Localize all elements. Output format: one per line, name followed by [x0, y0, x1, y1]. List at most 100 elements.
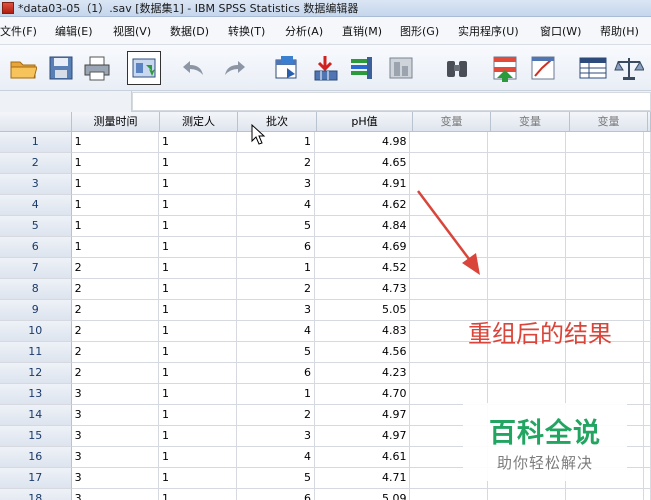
cell-measure-time[interactable]: 3 — [71, 426, 160, 447]
column-header-ph[interactable]: pH值 — [317, 112, 413, 132]
open-folder-icon[interactable] — [6, 51, 40, 85]
row-number[interactable]: 9 — [0, 300, 72, 321]
column-header-batch[interactable]: 批次 — [238, 112, 317, 132]
cell-batch[interactable]: 4 — [236, 447, 316, 468]
cell-ph[interactable]: 4.23 — [315, 363, 411, 384]
cell-batch[interactable]: 5 — [236, 468, 316, 489]
cell-measure-time[interactable]: 2 — [71, 279, 160, 300]
menu-file[interactable]: 文件(F) — [0, 23, 37, 39]
cell-tester[interactable]: 1 — [159, 363, 237, 384]
cell-var-2[interactable] — [487, 384, 567, 405]
cell-var-2[interactable] — [487, 195, 567, 216]
row-number[interactable]: 14 — [0, 405, 72, 426]
cell-measure-time[interactable]: 3 — [71, 384, 160, 405]
cell-var-1[interactable] — [410, 384, 488, 405]
weight-cases-icon[interactable] — [612, 51, 646, 85]
cell-ph[interactable]: 4.71 — [315, 468, 411, 489]
cell-measure-time[interactable]: 3 — [71, 405, 160, 426]
insert-cases-icon[interactable] — [488, 51, 522, 85]
cell-batch[interactable]: 3 — [236, 174, 316, 195]
cell-tester[interactable]: 1 — [159, 195, 237, 216]
cell-var-3[interactable] — [566, 384, 644, 405]
column-header-var-3[interactable]: 变量 — [570, 112, 648, 132]
cell-measure-time[interactable]: 2 — [71, 321, 160, 342]
cell-ph[interactable]: 5.05 — [315, 300, 411, 321]
column-header-tester[interactable]: 测定人 — [160, 112, 238, 132]
cell-var-3[interactable] — [566, 153, 644, 174]
cell-value-input[interactable] — [132, 92, 651, 111]
cell-measure-time[interactable]: 2 — [71, 363, 160, 384]
save-icon[interactable] — [44, 51, 78, 85]
cell-measure-time[interactable]: 2 — [71, 300, 160, 321]
cell-tester[interactable]: 1 — [159, 384, 237, 405]
undo-icon[interactable] — [176, 51, 210, 85]
cell-tester[interactable]: 1 — [159, 405, 237, 426]
cell-var-3[interactable] — [566, 489, 644, 500]
cell-tester[interactable]: 1 — [159, 468, 237, 489]
cell-batch[interactable]: 1 — [236, 384, 316, 405]
cell-var-1[interactable] — [410, 153, 488, 174]
cell-var-2[interactable] — [487, 489, 567, 500]
cell-ph[interactable]: 4.61 — [315, 447, 411, 468]
row-number[interactable]: 2 — [0, 153, 72, 174]
cell-ph[interactable]: 4.65 — [315, 153, 411, 174]
cell-ph[interactable]: 4.97 — [315, 405, 411, 426]
cell-measure-time[interactable]: 2 — [71, 258, 160, 279]
find-icon[interactable] — [440, 51, 474, 85]
cell-measure-time[interactable]: 2 — [71, 342, 160, 363]
cell-ph[interactable]: 5.09 — [315, 489, 411, 500]
cell-var-3[interactable] — [566, 195, 644, 216]
cell-batch[interactable]: 6 — [236, 237, 316, 258]
variables-icon[interactable] — [344, 51, 378, 85]
cell-batch[interactable]: 4 — [236, 195, 316, 216]
row-number[interactable]: 7 — [0, 258, 72, 279]
cell-ph[interactable]: 4.69 — [315, 237, 411, 258]
row-number[interactable]: 8 — [0, 279, 72, 300]
cell-tester[interactable]: 1 — [159, 300, 237, 321]
cell-batch[interactable]: 5 — [236, 216, 316, 237]
cell-var-3[interactable] — [566, 279, 644, 300]
cell-measure-time[interactable]: 1 — [71, 132, 160, 153]
cell-tester[interactable]: 1 — [159, 132, 237, 153]
cell-ph[interactable]: 4.84 — [315, 216, 411, 237]
cell-var-1[interactable] — [410, 279, 488, 300]
row-number[interactable]: 17 — [0, 468, 72, 489]
cell-measure-time[interactable]: 3 — [71, 468, 160, 489]
goto-case-icon[interactable] — [270, 51, 304, 85]
cell-ph[interactable]: 4.98 — [315, 132, 411, 153]
cell-measure-time[interactable]: 1 — [71, 195, 160, 216]
row-number[interactable]: 13 — [0, 384, 72, 405]
cell-batch[interactable]: 6 — [236, 363, 316, 384]
cell-var-3[interactable] — [566, 258, 644, 279]
cell-batch[interactable]: 3 — [236, 300, 316, 321]
cell-var-3[interactable] — [566, 237, 644, 258]
cell-batch[interactable]: 2 — [236, 279, 316, 300]
corner-header[interactable] — [0, 112, 72, 132]
row-number[interactable]: 6 — [0, 237, 72, 258]
cell-ph[interactable]: 4.97 — [315, 426, 411, 447]
cell-var-2[interactable] — [487, 363, 567, 384]
row-number[interactable]: 11 — [0, 342, 72, 363]
cell-ph[interactable]: 4.62 — [315, 195, 411, 216]
cell-ph[interactable]: 4.52 — [315, 258, 411, 279]
cell-ph[interactable]: 4.73 — [315, 279, 411, 300]
redo-icon[interactable] — [218, 51, 252, 85]
cell-var-3[interactable] — [566, 174, 644, 195]
cell-batch[interactable]: 5 — [236, 342, 316, 363]
cell-batch[interactable]: 2 — [236, 153, 316, 174]
cell-tester[interactable]: 1 — [159, 447, 237, 468]
cell-var-1[interactable] — [410, 363, 488, 384]
row-number[interactable]: 12 — [0, 363, 72, 384]
cell-reference-box[interactable] — [0, 91, 132, 112]
row-number[interactable]: 15 — [0, 426, 72, 447]
cell-tester[interactable]: 1 — [159, 153, 237, 174]
cell-measure-time[interactable]: 3 — [71, 489, 160, 500]
split-file-icon[interactable] — [526, 51, 560, 85]
row-number[interactable]: 5 — [0, 216, 72, 237]
cell-tester[interactable]: 1 — [159, 237, 237, 258]
cell-measure-time[interactable]: 1 — [71, 153, 160, 174]
cell-tester[interactable]: 1 — [159, 489, 237, 500]
menu-help[interactable]: 帮助(H) — [600, 23, 639, 39]
cell-ph[interactable]: 4.91 — [315, 174, 411, 195]
row-number[interactable]: 10 — [0, 321, 72, 342]
